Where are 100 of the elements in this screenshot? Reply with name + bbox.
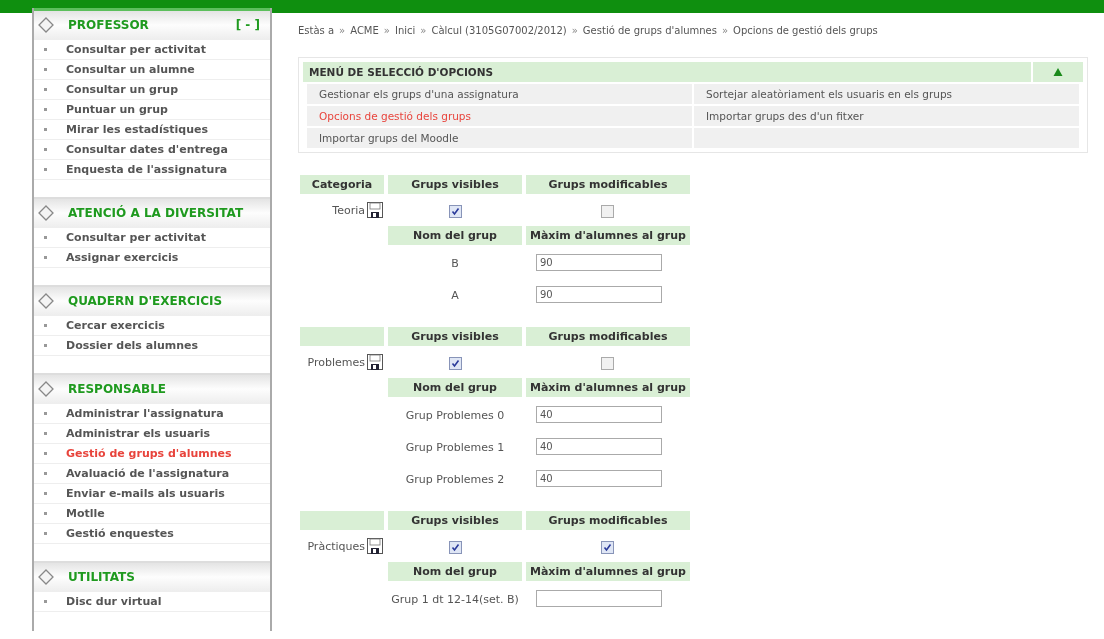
column-header: Grups visibles <box>388 327 522 346</box>
sidebar-link[interactable]: Enviar e-mails als usuaris <box>66 487 225 500</box>
bullet-icon <box>44 324 47 327</box>
diamond-icon <box>38 205 54 221</box>
column-header: Grups visibles <box>388 511 522 530</box>
breadcrumb-separator: » <box>420 24 427 36</box>
sidebar-link[interactable]: Consultar un alumne <box>66 63 195 76</box>
save-icon[interactable] <box>367 202 383 218</box>
checkbox[interactable] <box>448 356 462 370</box>
checkbox[interactable] <box>448 204 462 218</box>
checkbox[interactable] <box>601 540 615 554</box>
column-header: Nom del grup <box>388 562 522 581</box>
sidebar-link[interactable]: Cercar exercicis <box>66 319 165 332</box>
section-title: UTILITATS <box>68 570 136 584</box>
section-title: RESPONSABLE <box>68 382 168 396</box>
bullet-icon <box>44 148 47 151</box>
bullet-icon <box>44 472 47 475</box>
save-icon[interactable] <box>367 538 383 554</box>
sidebar-link[interactable]: Consultar per activitat <box>66 231 206 244</box>
breadcrumb-link[interactable]: ACME <box>350 24 379 36</box>
sidebar-link[interactable]: Avaluació de l'assignatura <box>66 467 230 480</box>
breadcrumb-separator: » <box>339 24 346 36</box>
group-name: Grup Problemes 0 <box>405 408 505 422</box>
sidebar-link[interactable]: Consultar per activitat <box>66 43 206 56</box>
sidebar-link[interactable]: Administrar els usuaris <box>66 427 211 440</box>
option-link[interactable]: Importar grups del Moodle <box>307 128 692 148</box>
checkbox[interactable] <box>448 540 462 554</box>
bullet-icon <box>44 236 47 239</box>
sidebar-link[interactable]: Enquesta de l'assignatura <box>66 163 228 176</box>
group-name: Grup 1 dt 12-14(set. B) <box>391 592 519 606</box>
sidebar-link[interactable]: Dossier dels alumnes <box>66 339 199 352</box>
option-link[interactable]: Sortejar aleatòriament els usuaris en els grups <box>694 84 1079 104</box>
category-name: Problemes <box>307 355 365 369</box>
input-field[interactable]: 40 <box>536 438 662 455</box>
sidebar-link[interactable]: Administrar l'assignatura <box>66 407 224 420</box>
bullet-icon <box>44 512 47 515</box>
option-link[interactable]: Opcions de gestió dels grups <box>307 106 692 126</box>
collapse-button[interactable] <box>1033 62 1083 82</box>
section-title: PROFESSOR <box>68 18 150 32</box>
column-header: Nom del grup <box>388 378 522 397</box>
input-field[interactable] <box>536 590 662 607</box>
bullet-icon <box>44 412 47 415</box>
breadcrumb-link[interactable]: Gestió de grups d'alumnes <box>582 24 717 36</box>
checkbox[interactable] <box>601 356 615 370</box>
collapse-toggle[interactable]: [ - ] <box>235 18 260 32</box>
diamond-icon <box>38 381 54 397</box>
bullet-icon <box>44 68 47 71</box>
bullet-icon <box>44 600 47 603</box>
checkbox[interactable] <box>601 204 615 218</box>
breadcrumb-separator: » <box>721 24 729 36</box>
sidebar-link[interactable]: Motlle <box>66 507 105 520</box>
group-name: Grup Problemes 2 <box>405 472 505 486</box>
input-field[interactable]: 40 <box>536 470 662 487</box>
diamond-icon <box>38 293 54 309</box>
group-name: A <box>451 288 459 302</box>
diamond-icon <box>38 17 54 33</box>
column-header: Grups visibles <box>388 175 522 194</box>
option-link[interactable]: Importar grups des d'un fitxer <box>694 106 1079 126</box>
category-name: Pràctiques <box>307 539 365 553</box>
breadcrumb-link[interactable]: Opcions de gestió dels grups <box>733 24 878 36</box>
up-arrow-icon <box>1053 67 1063 77</box>
breadcrumb-link[interactable]: Inici <box>394 24 416 36</box>
input-field[interactable]: 90 <box>536 286 662 303</box>
sidebar-link[interactable]: Gestió de grups d'alumnes <box>66 447 232 460</box>
column-header: Grups modificables <box>526 511 690 530</box>
sidebar-link[interactable]: Puntuar un grup <box>66 103 168 116</box>
bullet-icon <box>44 88 47 91</box>
input-field[interactable]: 40 <box>536 406 662 423</box>
input-field[interactable]: 90 <box>536 254 662 271</box>
breadcrumb-separator: » <box>383 24 390 36</box>
sidebar-link[interactable]: Consultar dates d'entrega <box>66 143 228 156</box>
bullet-icon <box>44 108 47 111</box>
column-header: Categoria <box>300 175 384 194</box>
sidebar-link[interactable]: Disc dur virtual <box>66 595 162 608</box>
group-name: Grup Problemes 1 <box>405 440 505 454</box>
bullet-icon <box>44 48 47 51</box>
bullet-icon <box>44 168 47 171</box>
bullet-icon <box>44 432 47 435</box>
column-header: Màxim d'alumnes al grup <box>526 226 690 245</box>
bullet-icon <box>44 344 47 347</box>
breadcrumb-label: Estàs a <box>298 24 335 36</box>
bullet-icon <box>44 452 47 455</box>
save-icon[interactable] <box>367 354 383 370</box>
group-name: B <box>451 256 459 270</box>
bullet-icon <box>44 532 47 535</box>
sidebar-link[interactable]: Consultar un grup <box>66 83 179 96</box>
category-name: Teoria <box>332 203 365 217</box>
breadcrumb-separator: » <box>571 24 578 36</box>
diamond-icon <box>38 569 54 585</box>
sidebar-link[interactable]: Mirar les estadístiques <box>66 123 209 136</box>
bullet-icon <box>44 128 47 131</box>
sidebar-link[interactable]: Assignar exercicis <box>66 251 179 264</box>
panel-title: MENÚ DE SELECCIÓ D'OPCIONS <box>303 62 1031 82</box>
column-header: Grups modificables <box>526 175 690 194</box>
sidebar-link[interactable]: Gestió enquestes <box>66 527 174 540</box>
option-link[interactable]: Gestionar els grups d'una assignatura <box>307 84 692 104</box>
breadcrumb-link[interactable]: Càlcul (3105G07002/2012) <box>431 24 567 36</box>
section-title: QUADERN D'EXERCICIS <box>68 294 224 308</box>
column-header: Màxim d'alumnes al grup <box>526 562 690 581</box>
section-title: ATENCIÓ A LA DIVERSITAT <box>68 206 245 220</box>
